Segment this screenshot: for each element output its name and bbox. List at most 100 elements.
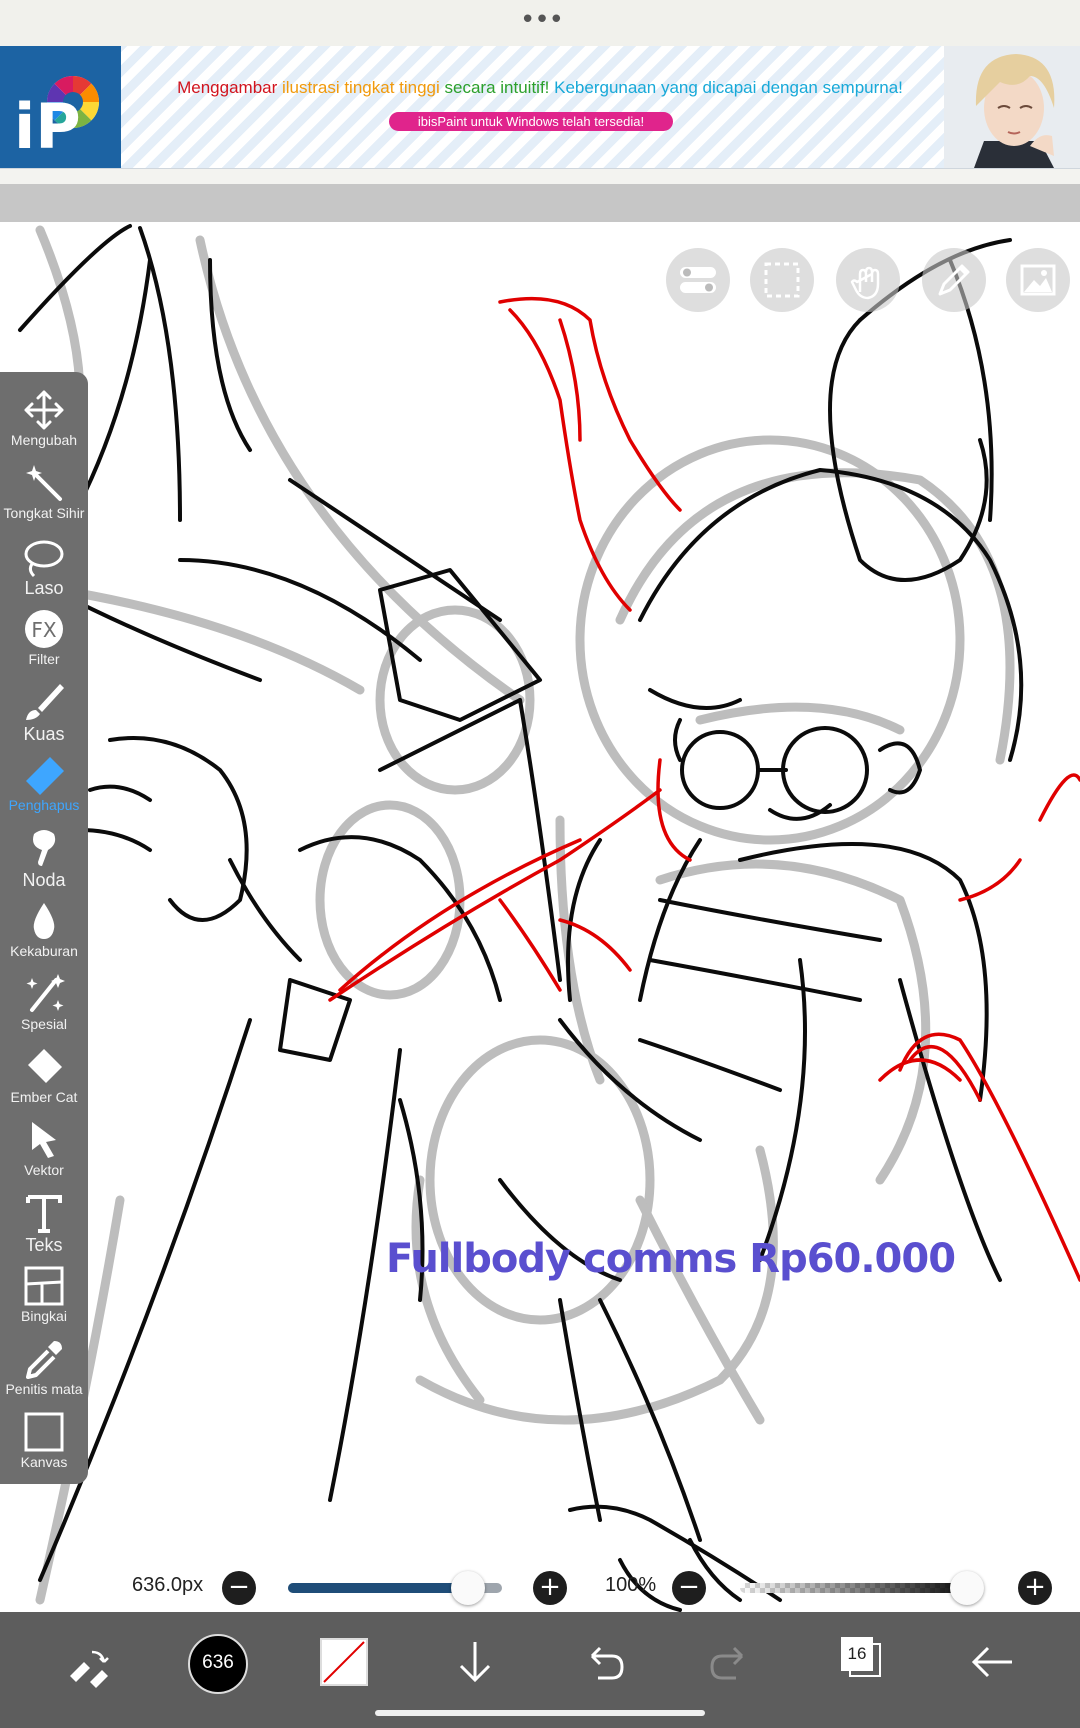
layer-toggle-button[interactable] xyxy=(666,248,730,312)
ad-headline-part: ilustrasi tingkat tinggi xyxy=(281,78,445,97)
tool-label: Penghapus xyxy=(8,797,80,813)
frame-icon xyxy=(24,1266,64,1306)
lasso-icon xyxy=(24,540,64,578)
tool-magic-wand[interactable]: Tongkat Sihir xyxy=(0,459,88,531)
tool-frame[interactable]: Bingkai xyxy=(0,1262,88,1334)
brush-size-fill xyxy=(288,1583,468,1593)
secondary-color-button[interactable] xyxy=(320,1638,368,1686)
tool-label: Spesial xyxy=(21,1016,67,1032)
sketch-artwork xyxy=(0,224,1080,1612)
text-icon xyxy=(26,1195,62,1233)
opacity-gradient xyxy=(740,1583,980,1593)
top-status-bar: ••• xyxy=(0,0,1080,46)
tool-label: Noda xyxy=(22,870,66,890)
brush-size-value: 636.0px xyxy=(132,1574,204,1596)
smudge-icon xyxy=(33,830,56,866)
tool-special[interactable]: Spesial xyxy=(0,970,88,1042)
back-button[interactable] xyxy=(968,1640,1016,1684)
layer-count: 16 xyxy=(847,1644,867,1663)
tool-label: Penitis mata xyxy=(5,1381,83,1397)
special-icon xyxy=(26,974,65,1012)
ad-headline-part: Menggambar xyxy=(177,78,282,97)
drawing-canvas[interactable] xyxy=(0,222,1080,1622)
pen-button[interactable] xyxy=(922,248,986,312)
opacity-decrease-button[interactable]: − xyxy=(672,1571,706,1605)
commission-watermark: Fullbody comms Rp60.000 xyxy=(386,1236,956,1282)
tool-move[interactable]: Mengubah xyxy=(0,386,88,458)
ad-headline-part: secara intuitif! xyxy=(444,78,555,97)
color-picker-button[interactable]: 636 xyxy=(188,1634,248,1694)
tool-text[interactable]: Teks xyxy=(0,1189,88,1261)
hand-button[interactable] xyxy=(836,248,900,312)
brush-icon xyxy=(26,684,64,720)
undo-icon xyxy=(590,1646,624,1680)
layers-button[interactable]: 16 xyxy=(838,1634,886,1686)
brush-size-slider[interactable] xyxy=(288,1571,502,1605)
reference-image-button[interactable] xyxy=(1006,248,1070,312)
ad-headline-part: Kebergunaan yang dicapai dengan sempurna… xyxy=(554,78,903,97)
ibispaint-logo: iP xyxy=(0,46,121,168)
fx-icon: FX xyxy=(25,610,63,648)
tool-lasso[interactable]: Laso xyxy=(0,532,88,604)
move-icon xyxy=(24,390,64,430)
transparent-color-icon xyxy=(320,1638,368,1686)
eyedropper-icon xyxy=(26,1341,62,1379)
tool-eraser[interactable]: Penghapus xyxy=(0,751,88,823)
canvas-icon xyxy=(24,1412,64,1452)
tool-label: Vektor xyxy=(24,1162,64,1178)
image-icon xyxy=(1020,264,1056,296)
left-toolbar: Mengubah Tongkat Sihir Laso FX Filter Ku… xyxy=(0,372,88,1484)
opacity-value: 100% xyxy=(605,1574,657,1596)
tool-label: Kanvas xyxy=(20,1454,68,1470)
vector-icon xyxy=(32,1122,56,1158)
brush-sliders: 636.0px − + 100% − + xyxy=(0,1560,1080,1612)
undo-button[interactable] xyxy=(580,1640,626,1684)
tool-blur[interactable]: Kekaburan xyxy=(0,897,88,969)
arrow-down-icon xyxy=(459,1642,491,1683)
paint-bucket-icon xyxy=(28,1049,62,1083)
brush-size-increase-button[interactable]: + xyxy=(533,1571,567,1605)
redo-button[interactable] xyxy=(708,1640,754,1684)
tool-brush[interactable]: Kuas xyxy=(0,678,88,750)
opacity-slider[interactable] xyxy=(740,1571,984,1605)
magic-wand-icon xyxy=(26,465,62,501)
tool-label: Bingkai xyxy=(21,1308,67,1324)
tool-filter[interactable]: FX Filter xyxy=(0,605,88,677)
eraser-icon xyxy=(26,757,64,795)
brush-size-decrease-button[interactable]: − xyxy=(222,1571,256,1605)
tool-smudge[interactable]: Noda xyxy=(0,824,88,896)
tool-label: Tongkat Sihir xyxy=(3,505,85,521)
selection-button[interactable] xyxy=(750,248,814,312)
brush-size-knob[interactable] xyxy=(450,1571,485,1605)
tool-label: Filter xyxy=(28,651,60,667)
selection-icon xyxy=(764,262,800,298)
ad-headline: Menggambar ilustrasi tingkat tinggi seca… xyxy=(130,78,950,98)
ad-subtitle-pill: ibisPaint untuk Windows telah tersedia! xyxy=(389,112,673,131)
hand-icon xyxy=(850,266,880,300)
down-arrow-button[interactable] xyxy=(452,1638,498,1688)
svg-text:FX: FX xyxy=(31,618,57,642)
ad-banner[interactable]: iP Menggambar ilustrasi tingkat tinggi s… xyxy=(0,46,1080,169)
tool-paint-bucket[interactable]: Ember Cat xyxy=(0,1043,88,1115)
layer-toggle-icon xyxy=(680,267,716,293)
tool-eyedropper[interactable]: Penitis mata xyxy=(0,1335,88,1407)
pen-icon xyxy=(938,264,970,296)
opacity-increase-button[interactable]: + xyxy=(1018,1571,1052,1605)
ad-portrait-image xyxy=(944,46,1080,168)
tool-label: Ember Cat xyxy=(10,1089,78,1105)
menu-dots-icon[interactable]: ••• xyxy=(520,7,564,33)
tool-vector[interactable]: Vektor xyxy=(0,1116,88,1188)
tool-label: Kekaburan xyxy=(10,943,78,959)
redo-icon xyxy=(710,1646,744,1680)
logo-text: iP xyxy=(14,90,81,163)
opacity-knob[interactable] xyxy=(950,1571,984,1605)
home-indicator[interactable] xyxy=(375,1710,705,1716)
back-arrow-icon xyxy=(971,1646,1012,1678)
tool-canvas[interactable]: Kanvas xyxy=(0,1408,88,1480)
quick-tool-switch-button[interactable] xyxy=(62,1642,112,1692)
tool-label: Kuas xyxy=(23,724,65,744)
tool-label: Laso xyxy=(24,578,64,598)
brush-size-badge: 636 xyxy=(202,1652,234,1673)
tool-label: Mengubah xyxy=(10,432,78,448)
tool-label: Teks xyxy=(25,1235,63,1255)
